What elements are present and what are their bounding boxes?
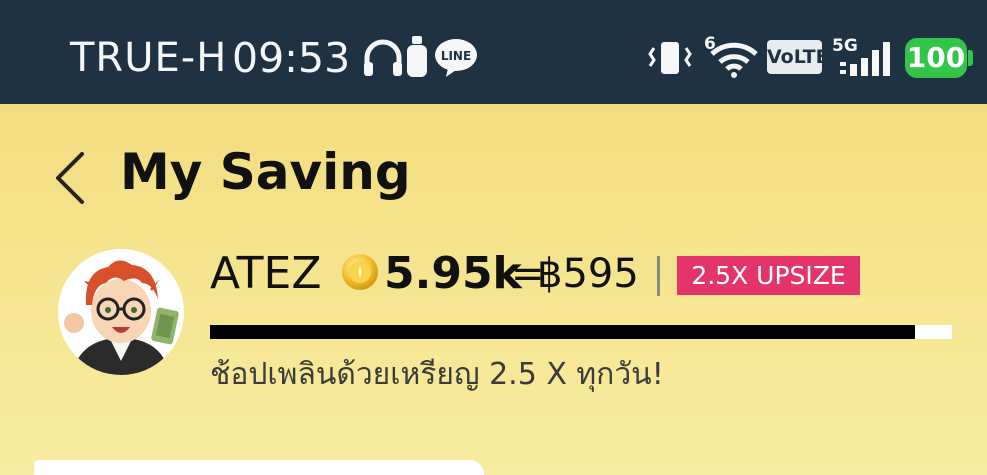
back-button[interactable]: [40, 138, 100, 218]
divider: [657, 256, 660, 296]
headphones-icon: [364, 39, 402, 76]
wifi-icon: [710, 42, 758, 78]
earbuds-icon: [407, 36, 427, 77]
upsize-badge: 2.5X UPSIZE: [677, 256, 860, 295]
avatar[interactable]: [58, 249, 184, 375]
line-app-icon: LINE: [435, 39, 477, 77]
chevron-left-icon: [56, 152, 84, 204]
battery-tip: [968, 50, 973, 66]
battery-icon: 100: [905, 38, 967, 78]
baht-value: ฿595: [537, 251, 639, 297]
clock: 09:53: [232, 34, 351, 82]
vibrate-icon: [648, 42, 692, 74]
coin-icon: [342, 254, 378, 290]
user-name: ATEZ: [210, 248, 322, 299]
screen: TRUE-H 09:53 LINE 6 VoLTE 5G 100 My Savi…: [0, 0, 987, 475]
carrier-label: TRUE-H: [70, 35, 228, 81]
coin-amount: 5.95k: [384, 248, 522, 299]
signal-icon: [840, 42, 890, 76]
progress-fill: [210, 325, 915, 339]
svg-text:LINE: LINE: [441, 49, 471, 63]
content-card: [34, 460, 484, 475]
promo-text: ช้อปเพลินด้วยเหรียญ 2.5 X ทุกวัน!: [210, 357, 664, 392]
progress-bar: [210, 325, 952, 339]
status-bar: TRUE-H 09:53 LINE 6 VoLTE 5G 100: [0, 0, 987, 104]
volte-badge: VoLTE: [767, 40, 829, 74]
page-title: My Saving: [120, 143, 411, 201]
